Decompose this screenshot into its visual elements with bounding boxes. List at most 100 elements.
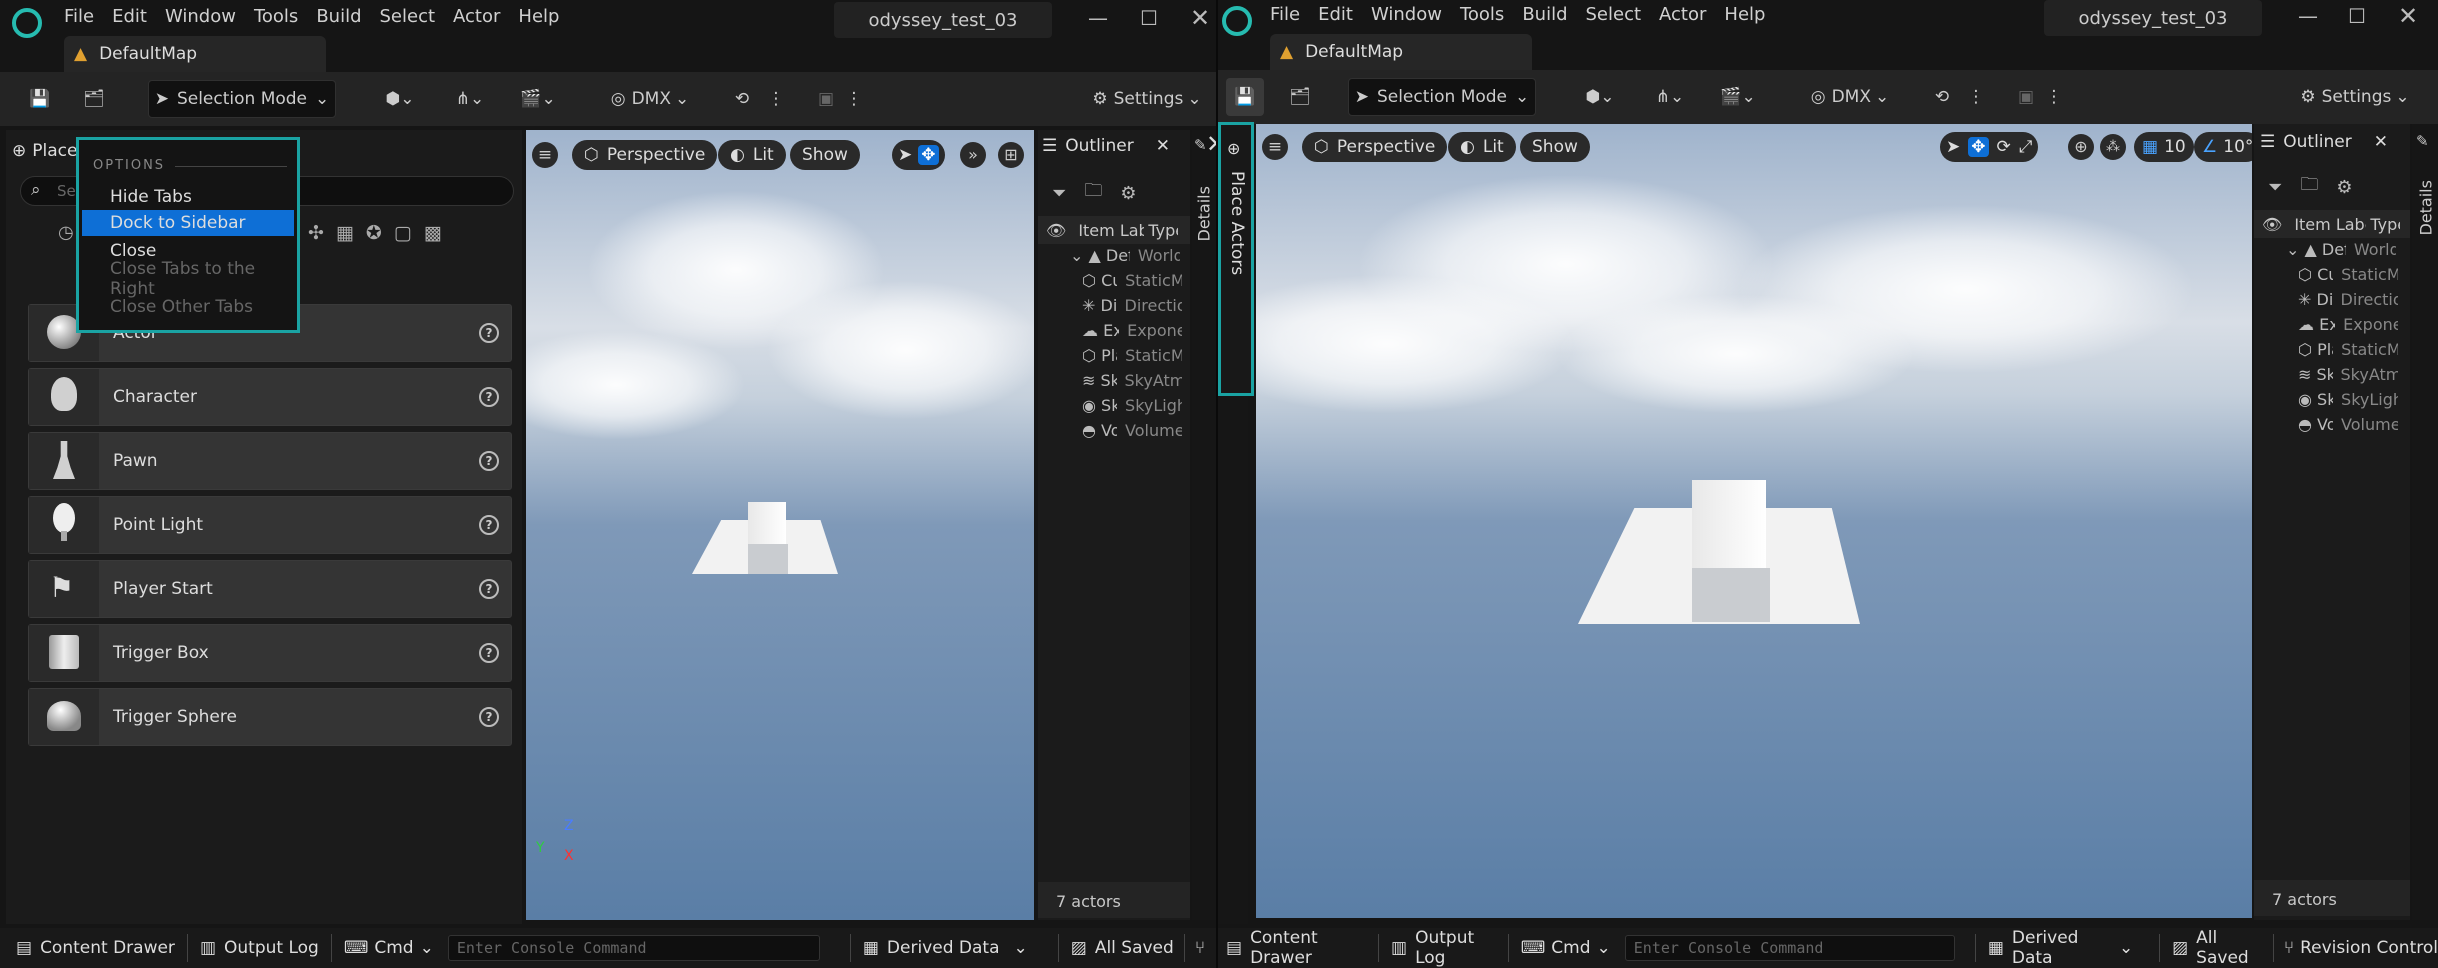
menu-build[interactable]: Build — [1522, 4, 1585, 25]
more-icon[interactable]: ⋮ — [846, 80, 863, 118]
lit-button[interactable]: ◐ Lit — [718, 140, 786, 170]
viewport-menu-icon[interactable]: ≡ — [1262, 134, 1288, 160]
content-browser-icon[interactable]: 🗂 — [76, 80, 112, 118]
visibility-icon[interactable]: 👁 — [1046, 221, 1066, 240]
filter-icon[interactable]: ⏷ — [2268, 177, 2282, 198]
table-row[interactable]: ☁ ExponentialHeightFog ExponentialHeightF… — [2298, 315, 2398, 334]
world-space-icon[interactable]: ⊕ — [2068, 134, 2094, 160]
table-row[interactable]: ✳ DirectionalLight DirectionalLight — [2298, 290, 2398, 309]
outliner-tab[interactable]: ☰ Outliner ✕ — [2260, 132, 2388, 152]
rotation-snap-button[interactable]: ∠ 10° — [2194, 132, 2252, 162]
cmd-dropdown[interactable]: ⌨ Cmd ⌄ — [1521, 938, 1611, 958]
selection-mode-dropdown[interactable]: ➤ Selection Mode ⌄ — [1348, 78, 1536, 116]
visibility-icon[interactable]: 👁 — [2262, 215, 2282, 234]
content-drawer-button[interactable]: ▤ Content Drawer — [1226, 928, 1366, 968]
menu-tools[interactable]: Tools — [1460, 4, 1522, 25]
select-tool-icon[interactable]: ➤ — [1946, 137, 1960, 157]
level-viewport[interactable]: ≡ ⬡ Perspective ◐ Lit Show ➤ ✥ » ⊞ Y Z X — [526, 130, 1034, 920]
details-tab[interactable]: Details — [2417, 160, 2436, 235]
menu-file[interactable]: File — [64, 6, 112, 27]
select-tool-icon[interactable]: ➤ — [898, 145, 912, 165]
table-row[interactable]: ⬡ Plane StaticMeshActor — [1082, 346, 1182, 365]
add-folder-icon[interactable]: 🗀 — [1084, 178, 1102, 208]
settings-dropdown[interactable]: ⚙ Settings ⌄ — [1088, 80, 1206, 118]
menu-window[interactable]: Window — [1371, 4, 1460, 25]
revision-control-button[interactable]: ⑂ Revision Control — [2284, 938, 2438, 958]
table-row[interactable]: ◓ VolumetricCloud VolumetricCloud — [2298, 415, 2398, 434]
level-viewport[interactable]: ≡ ⬡ Perspective ◐ Lit Show ➤ ✥ ⟳ ⤢ ⊕ ⁂ ▦ 10… — [1256, 124, 2252, 918]
menu-file[interactable]: File — [1270, 4, 1318, 25]
menu-help[interactable]: Help — [1724, 4, 1783, 25]
close-icon[interactable]: ✕ — [1206, 130, 1216, 158]
help-icon[interactable]: ? — [479, 707, 499, 727]
table-row[interactable]: ⬡ Cube StaticMeshActor — [2298, 265, 2398, 284]
list-item[interactable]: Trigger Sphere ? — [28, 688, 512, 746]
rotate-tool-icon[interactable]: ⟳ — [1997, 137, 2011, 157]
grid-snap-button[interactable]: ▦ 10 — [2134, 132, 2194, 162]
menu-select[interactable]: Select — [380, 6, 454, 27]
move-tool-icon[interactable]: ✥ — [1968, 137, 1989, 157]
level-tab[interactable]: ▲ DefaultMap — [1270, 34, 1532, 70]
dock-to-sidebar-item[interactable]: Dock to Sidebar — [82, 210, 294, 236]
edit-icon[interactable]: ✎ — [2416, 132, 2429, 150]
save-icon[interactable]: 💾 — [22, 80, 58, 118]
help-icon[interactable]: ? — [479, 643, 499, 663]
close-window-button[interactable]: ✕ — [1190, 4, 1210, 32]
viewport-menu-icon[interactable]: ≡ — [532, 142, 558, 168]
close-window-button[interactable]: ✕ — [2398, 2, 2418, 30]
play-icon[interactable]: ⟲ — [724, 80, 760, 118]
layout-icon[interactable]: ⊞ — [998, 142, 1024, 168]
play-icon[interactable]: ⟲ — [1924, 78, 1960, 116]
column-type[interactable]: Type — [2370, 215, 2400, 234]
menu-actor[interactable]: Actor — [453, 6, 518, 27]
blueprint-icon[interactable]: ⋔⌄ — [1646, 78, 1694, 116]
perspective-button[interactable]: ⬡ Perspective — [1302, 132, 1448, 162]
revision-control-icon[interactable]: ⑂ — [1195, 938, 1205, 958]
minimize-button[interactable]: — — [1088, 6, 1108, 30]
more-icon[interactable]: ⋮ — [1968, 78, 1985, 116]
menu-tools[interactable]: Tools — [254, 6, 316, 27]
move-tool-icon[interactable]: ✥ — [918, 145, 939, 165]
column-item-label[interactable]: Item Label — [1078, 221, 1144, 240]
cinematic-icon[interactable]: ▩ — [424, 222, 442, 244]
list-item[interactable]: Pawn ? — [28, 432, 512, 490]
table-row[interactable]: ⬡ Cube StaticMeshActor — [1082, 271, 1182, 290]
list-item[interactable]: Point Light ? — [28, 496, 512, 554]
perspective-button[interactable]: ⬡ Perspective — [572, 140, 718, 170]
visual-effects-icon[interactable]: ✣ — [308, 222, 324, 244]
cinematics-icon[interactable]: 🎬⌄ — [1714, 78, 1762, 116]
menu-actor[interactable]: Actor — [1659, 4, 1724, 25]
help-icon[interactable]: ? — [479, 515, 499, 535]
close-icon[interactable]: ✕ — [1156, 136, 1170, 156]
gear-icon[interactable]: ⚙ — [1120, 183, 1136, 204]
table-row[interactable]: ◓ VolumetricCloud VolumetricCloud — [1082, 421, 1182, 440]
add-actor-icon[interactable]: ⬢⌄ — [1576, 78, 1624, 116]
table-row[interactable]: ◉ SkyLight SkyLight — [1082, 396, 1182, 415]
edit-icon[interactable]: ✎ — [1194, 136, 1207, 154]
hide-tabs-item[interactable]: Hide Tabs — [82, 184, 294, 210]
output-log-button[interactable]: ▥ Output Log — [200, 938, 319, 958]
filter-icon[interactable]: ⏷ — [1052, 183, 1066, 204]
help-icon[interactable]: ? — [479, 579, 499, 599]
maximize-button[interactable]: ☐ — [1140, 6, 1158, 30]
gear-icon[interactable]: ⚙ — [2336, 177, 2352, 198]
help-icon[interactable]: ? — [479, 323, 499, 343]
menu-build[interactable]: Build — [316, 6, 379, 27]
all-saved-button[interactable]: ▨ All Saved — [1071, 938, 1174, 958]
show-button[interactable]: Show — [1520, 132, 1590, 162]
show-button[interactable]: Show — [790, 140, 860, 170]
maximize-button[interactable]: ☐ — [2348, 4, 2366, 28]
cinematics-icon[interactable]: 🎬⌄ — [514, 80, 562, 118]
menu-window[interactable]: Window — [165, 6, 254, 27]
outliner-world-row[interactable]: ⌄ ▲ DefaultMap World — [1070, 246, 1180, 265]
derived-data-dropdown[interactable]: ▦ Derived Data ⌄ — [863, 938, 1028, 958]
platforms-icon[interactable]: ▣ — [808, 80, 844, 118]
dmx-dropdown[interactable]: ◎ DMX ⌄ — [604, 80, 696, 118]
details-tab[interactable]: Details — [1195, 166, 1214, 241]
menu-edit[interactable]: Edit — [1318, 4, 1371, 25]
help-icon[interactable]: ? — [479, 451, 499, 471]
list-item[interactable]: Character ? — [28, 368, 512, 426]
table-row[interactable]: ◉ SkyLight SkyLight — [2298, 390, 2398, 409]
more-icon[interactable]: ⋮ — [768, 80, 785, 118]
surface-snap-icon[interactable]: ⁂ — [2100, 134, 2126, 160]
